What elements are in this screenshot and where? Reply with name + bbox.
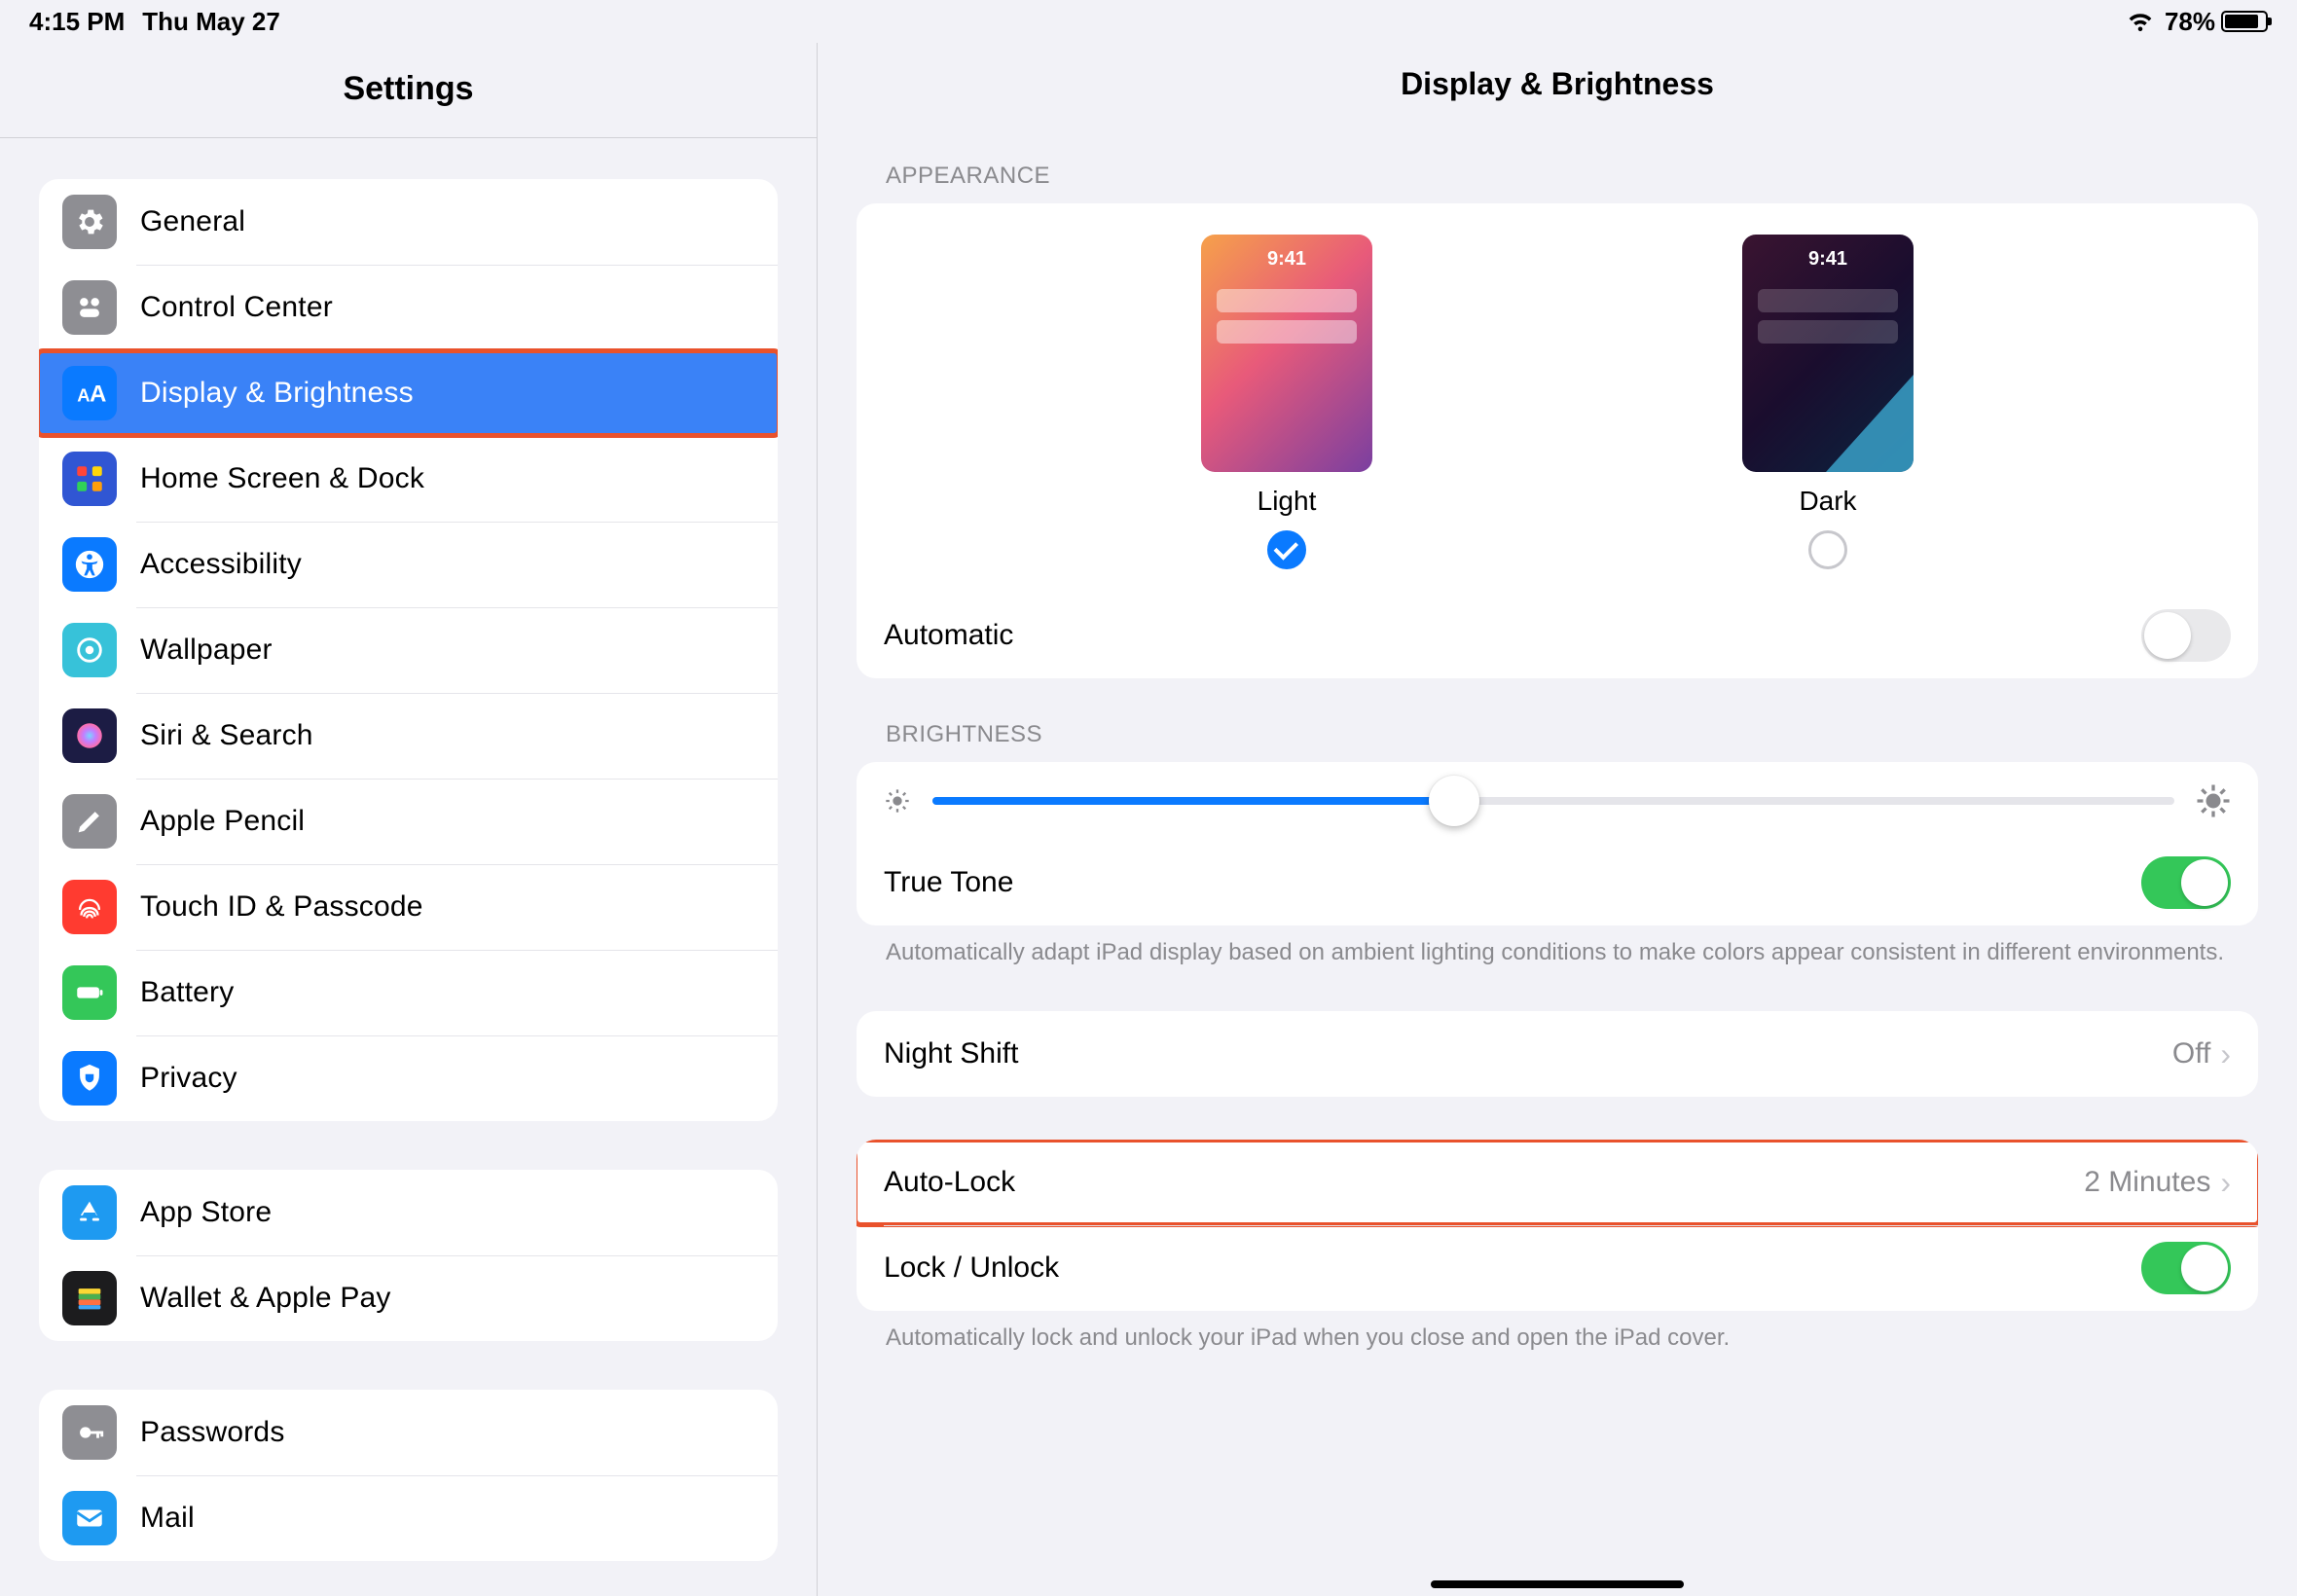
truetone-row[interactable]: True Tone <box>857 840 2258 925</box>
appearance-card: 9:41 Light 9:41 Dark <box>857 203 2258 678</box>
sidebar-item-access[interactable]: Accessibility <box>39 522 778 607</box>
dark-radio[interactable] <box>1808 530 1847 569</box>
sidebar-item-wallpaper[interactable]: Wallpaper <box>39 607 778 693</box>
sidebar-item-wallet[interactable]: Wallet & Apple Pay <box>39 1255 778 1341</box>
appstore-icon <box>62 1185 117 1240</box>
automatic-toggle[interactable] <box>2141 609 2231 662</box>
passwords-icon <box>62 1405 117 1460</box>
cc-icon <box>62 280 117 335</box>
truetone-footer: Automatically adapt iPad display based o… <box>857 925 2258 968</box>
brightness-section-label: BRIGHTNESS <box>857 706 2258 762</box>
sidebar-item-label: Apple Pencil <box>140 805 305 838</box>
automatic-row[interactable]: Automatic <box>857 593 2258 678</box>
sidebar-title: Settings <box>0 43 817 138</box>
privacy-icon <box>62 1051 117 1106</box>
sidebar-item-label: Passwords <box>140 1416 285 1449</box>
chevron-right-icon: › <box>2220 1036 2231 1072</box>
svg-text:A: A <box>90 381 106 408</box>
sidebar-item-passwords[interactable]: Passwords <box>39 1390 778 1475</box>
truetone-toggle[interactable] <box>2141 856 2231 909</box>
appearance-section-label: APPEARANCE <box>857 147 2258 203</box>
sidebar-item-mail[interactable]: Mail <box>39 1475 778 1561</box>
sidebar-item-pencil[interactable]: Apple Pencil <box>39 779 778 864</box>
home-indicator <box>1431 1580 1684 1588</box>
battery-percent: 78% <box>2165 7 2215 37</box>
home-icon <box>62 452 117 506</box>
battery-icon <box>2221 11 2268 32</box>
appearance-option-dark[interactable]: 9:41 Dark <box>1742 235 1914 569</box>
sidebar-item-label: Control Center <box>140 291 333 324</box>
light-radio[interactable] <box>1267 530 1306 569</box>
sun-large-icon <box>2196 783 2231 818</box>
touchid-icon <box>62 880 117 934</box>
sidebar-item-label: Privacy <box>140 1062 237 1095</box>
nightshift-card: Night Shift Off › <box>857 1011 2258 1097</box>
brightness-card: True Tone <box>857 762 2258 925</box>
sidebar-item-label: Mail <box>140 1502 195 1535</box>
wallet-icon <box>62 1271 117 1325</box>
light-preview: 9:41 <box>1201 235 1372 472</box>
wifi-icon <box>2126 11 2155 32</box>
display-icon: AA <box>62 366 117 420</box>
sidebar-item-label: Touch ID & Passcode <box>140 890 423 924</box>
svg-text:A: A <box>77 385 90 406</box>
nightshift-row[interactable]: Night Shift Off › <box>857 1011 2258 1097</box>
lockunlock-row[interactable]: Lock / Unlock <box>857 1225 2258 1311</box>
general-icon <box>62 195 117 249</box>
brightness-slider[interactable] <box>932 797 2174 805</box>
sidebar-item-label: Siri & Search <box>140 719 313 752</box>
light-label: Light <box>1258 486 1317 517</box>
wallpaper-icon <box>62 623 117 677</box>
sidebar-item-cc[interactable]: Control Center <box>39 265 778 350</box>
sidebar-item-general[interactable]: General <box>39 179 778 265</box>
detail-pane: Display & Brightness APPEARANCE 9:41 Lig… <box>818 43 2297 1596</box>
siri-icon <box>62 708 117 763</box>
status-bar: 4:15 PM Thu May 27 78% <box>0 0 2297 43</box>
sidebar-item-privacy[interactable]: Privacy <box>39 1035 778 1121</box>
sidebar-item-label: Display & Brightness <box>140 377 414 410</box>
mail-icon <box>62 1491 117 1545</box>
sidebar-item-label: General <box>140 205 245 238</box>
sidebar-item-label: Accessibility <box>140 548 302 581</box>
sidebar-item-home[interactable]: Home Screen & Dock <box>39 436 778 522</box>
sidebar-item-battery[interactable]: Battery <box>39 950 778 1035</box>
appearance-option-light[interactable]: 9:41 Light <box>1201 235 1372 569</box>
nightshift-value: Off <box>2172 1037 2210 1070</box>
sidebar-item-label: Battery <box>140 976 234 1009</box>
sidebar: Settings General Control Center AA Display … <box>0 43 818 1596</box>
sidebar-item-touchid[interactable]: Touch ID & Passcode <box>39 864 778 950</box>
autolock-card: Auto-Lock 2 Minutes › Lock / Unlock <box>857 1140 2258 1311</box>
sidebar-item-label: Wallpaper <box>140 634 273 667</box>
dark-label: Dark <box>1799 486 1856 517</box>
sidebar-item-label: Home Screen & Dock <box>140 462 424 495</box>
battery-icon <box>62 965 117 1020</box>
status-time: 4:15 PM <box>29 7 125 37</box>
lockunlock-footer: Automatically lock and unlock your iPad … <box>857 1311 2258 1354</box>
pencil-icon <box>62 794 117 849</box>
sidebar-item-label: App Store <box>140 1196 272 1229</box>
sun-small-icon <box>884 787 911 815</box>
chevron-right-icon: › <box>2220 1165 2231 1201</box>
dark-preview: 9:41 <box>1742 235 1914 472</box>
detail-title: Display & Brightness <box>818 43 2297 147</box>
lockunlock-toggle[interactable] <box>2141 1242 2231 1294</box>
sidebar-item-label: Wallet & Apple Pay <box>140 1282 391 1315</box>
autolock-row[interactable]: Auto-Lock 2 Minutes › <box>857 1140 2258 1225</box>
status-date: Thu May 27 <box>142 7 280 37</box>
sidebar-item-appstore[interactable]: App Store <box>39 1170 778 1255</box>
sidebar-item-display[interactable]: AA Display & Brightness <box>39 350 778 436</box>
access-icon <box>62 537 117 592</box>
autolock-value: 2 Minutes <box>2084 1166 2210 1199</box>
sidebar-item-siri[interactable]: Siri & Search <box>39 693 778 779</box>
